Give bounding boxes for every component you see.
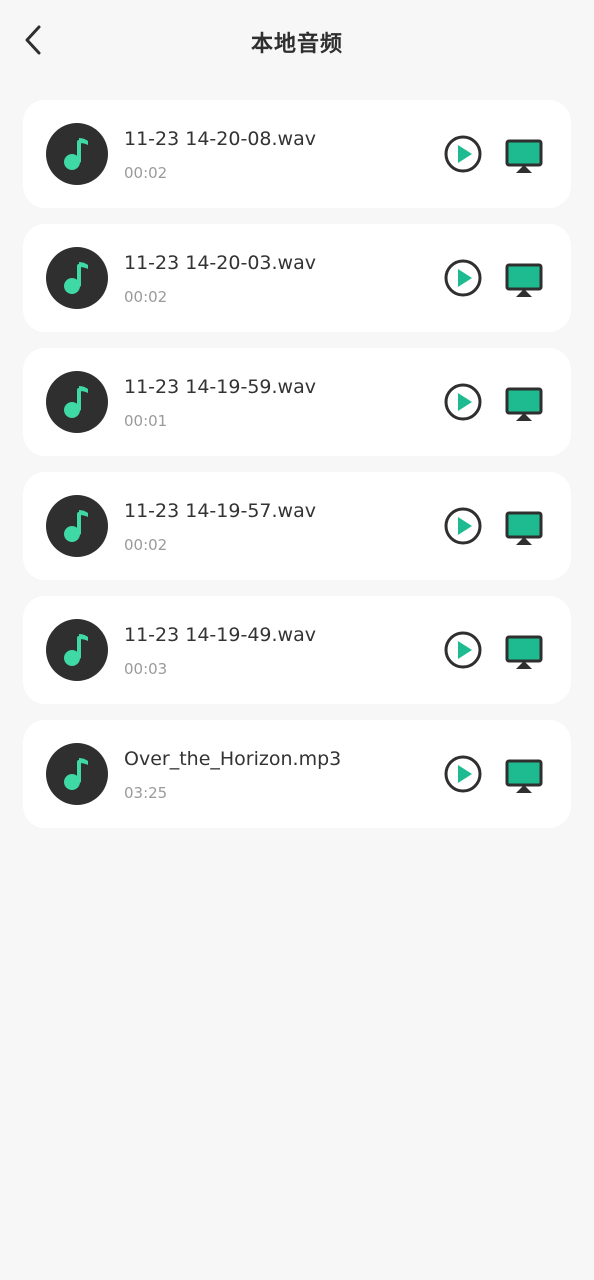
- audio-file-name: 11-23 14-19-49.wav: [124, 624, 316, 646]
- audio-list-item[interactable]: 11-23 14-19-57.wav 00:02: [23, 472, 571, 580]
- play-circle-icon: [444, 755, 482, 793]
- top-bar: 本地音频: [0, 0, 594, 84]
- play-circle-icon: [444, 507, 482, 545]
- audio-list-item[interactable]: 11-23 14-20-03.wav 00:02: [23, 224, 571, 332]
- audio-duration: 00:01: [124, 412, 168, 430]
- play-button[interactable]: [443, 134, 483, 174]
- play-circle-icon: [444, 631, 482, 669]
- audio-duration: 00:02: [124, 536, 168, 554]
- audio-list-item[interactable]: 11-23 14-19-49.wav 00:03: [23, 596, 571, 704]
- page-title: 本地音频: [250, 32, 343, 57]
- screen-cast-icon: [505, 511, 543, 545]
- audio-file-name: 11-23 14-20-08.wav: [124, 128, 316, 150]
- album-disc: [46, 371, 108, 433]
- cast-button[interactable]: [504, 260, 544, 300]
- cast-button[interactable]: [504, 384, 544, 424]
- cast-button[interactable]: [504, 508, 544, 548]
- audio-file-name: 11-23 14-19-59.wav: [124, 376, 316, 398]
- audio-file-name: 11-23 14-19-57.wav: [124, 500, 316, 522]
- audio-list-item[interactable]: 11-23 14-20-08.wav 00:02: [23, 100, 571, 208]
- cast-button[interactable]: [504, 632, 544, 672]
- screen-cast-icon: [505, 139, 543, 173]
- album-disc: [46, 495, 108, 557]
- music-note-icon: [64, 262, 88, 294]
- screen-cast-icon: [505, 635, 543, 669]
- screen-cast-icon: [505, 387, 543, 421]
- play-circle-icon: [444, 383, 482, 421]
- audio-list-item[interactable]: 11-23 14-19-59.wav 00:01: [23, 348, 571, 456]
- album-disc: [46, 123, 108, 185]
- music-note-icon: [64, 386, 88, 418]
- play-button[interactable]: [443, 754, 483, 794]
- audio-duration: 00:03: [124, 660, 168, 678]
- album-disc: [46, 743, 108, 805]
- play-circle-icon: [444, 259, 482, 297]
- screen-cast-icon: [505, 263, 543, 297]
- cast-button[interactable]: [504, 756, 544, 796]
- audio-duration: 00:02: [124, 288, 168, 306]
- audio-file-name: Over_the_Horizon.mp3: [124, 748, 342, 770]
- play-button[interactable]: [443, 258, 483, 298]
- music-note-icon: [64, 758, 88, 790]
- audio-file-name: 11-23 14-20-03.wav: [124, 252, 316, 274]
- cast-button[interactable]: [504, 136, 544, 176]
- audio-list-item[interactable]: Over_the_Horizon.mp3 03:25: [23, 720, 571, 828]
- album-disc: [46, 619, 108, 681]
- music-note-icon: [64, 510, 88, 542]
- play-button[interactable]: [443, 382, 483, 422]
- play-circle-icon: [444, 135, 482, 173]
- audio-list: 11-23 14-20-08.wav 00:02 11-23 14-20-03.…: [23, 100, 571, 844]
- music-note-icon: [64, 138, 88, 170]
- play-button[interactable]: [443, 630, 483, 670]
- play-button[interactable]: [443, 506, 483, 546]
- screen-cast-icon: [505, 759, 543, 793]
- music-note-icon: [64, 634, 88, 666]
- album-disc: [46, 247, 108, 309]
- audio-duration: 00:02: [124, 164, 168, 182]
- audio-duration: 03:25: [124, 784, 168, 802]
